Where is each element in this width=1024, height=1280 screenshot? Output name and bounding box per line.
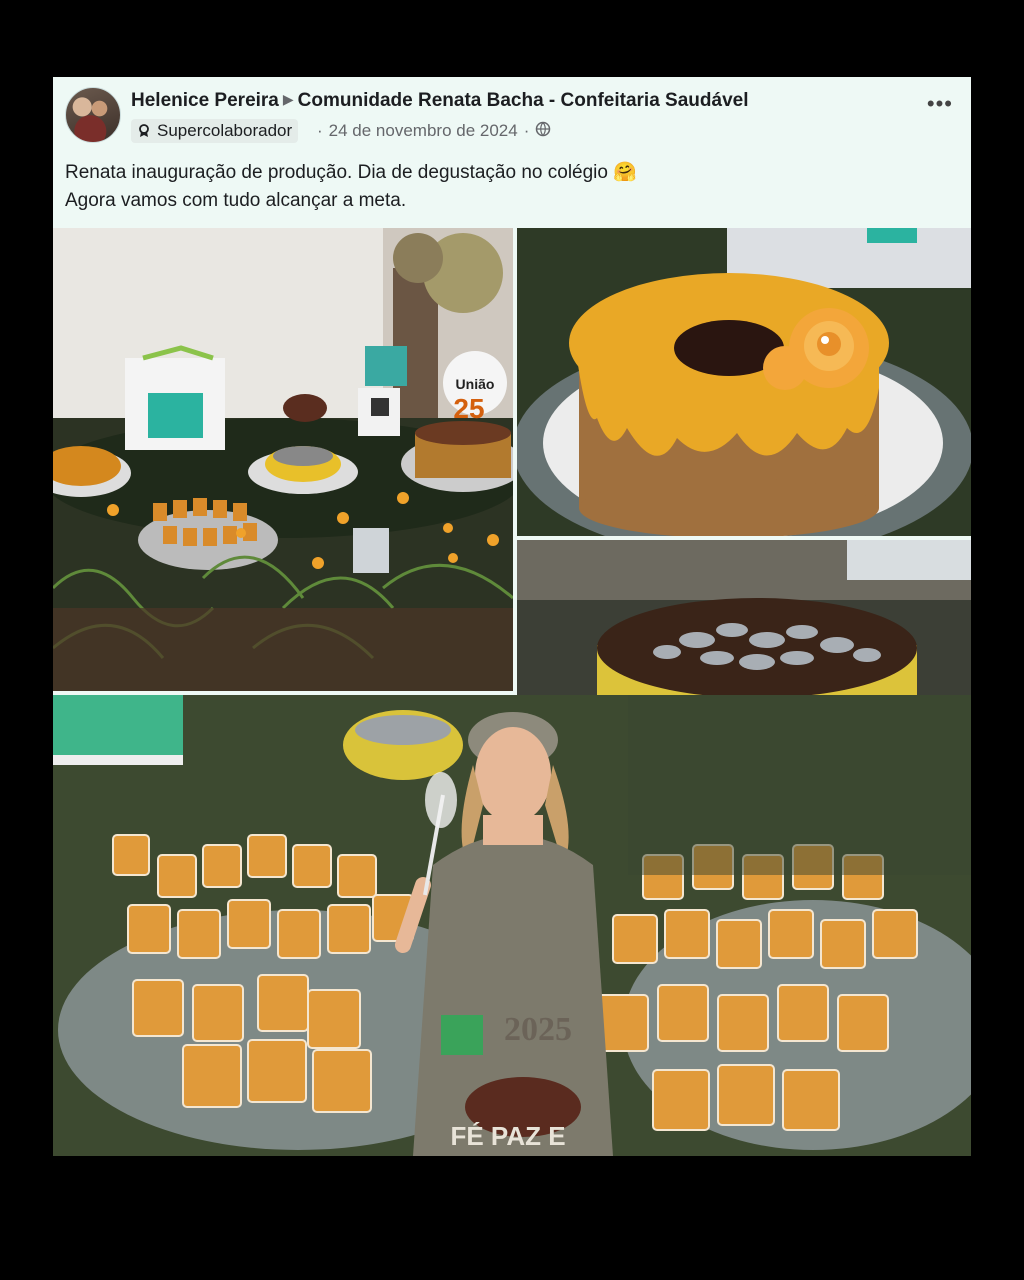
author-avatar[interactable]: [65, 87, 121, 143]
group-name[interactable]: Comunidade Renata Bacha - Confeitaria Sa…: [298, 90, 749, 111]
badge-label: Supercolaborador: [157, 121, 293, 140]
award-icon: [137, 124, 151, 138]
post-text: Renata inauguração de produção. Dia de d…: [65, 159, 637, 215]
meta-dot: ·: [523, 121, 530, 140]
author-name[interactable]: Helenice Pereira: [131, 90, 279, 111]
post-title: Helenice Pereira ▶ Comunidade Renata Bacha…: [131, 90, 749, 112]
cake-topper-year: 2025: [504, 1011, 572, 1048]
contributor-badge[interactable]: Supercolaborador: [131, 119, 299, 143]
post-date[interactable]: 24 de novembro de 2024: [329, 121, 518, 141]
post-text-line: Agora vamos com tudo alcançar a meta.: [65, 190, 407, 211]
sign-text: União: [456, 376, 495, 392]
post-meta: · 24 de novembro de 2024 ·: [317, 119, 551, 143]
photo-glazed-cake[interactable]: [517, 228, 971, 536]
arrow-right-icon: ▶: [282, 91, 294, 107]
photo-dessert-table[interactable]: União 25: [53, 228, 513, 691]
sign-number: 25: [453, 393, 484, 424]
cake-topper-text: FÉ PAZ E: [450, 1121, 565, 1151]
post-card: Helenice Pereira ▶ Comunidade Renata Bacha…: [53, 77, 971, 1156]
photo-baker-desserts[interactable]: 2025 FÉ PAZ E: [53, 695, 971, 1156]
post-header: Helenice Pereira ▶ Comunidade Renata Bacha…: [53, 77, 971, 227]
meta-dot: ·: [317, 121, 323, 140]
more-options-button[interactable]: •••: [927, 93, 953, 115]
post-text-line: Renata inauguração de produção. Dia de d…: [65, 162, 637, 183]
globe-icon[interactable]: [535, 121, 551, 142]
photo-grid: União 25 2025 FÉ PAZ E: [53, 228, 971, 1156]
